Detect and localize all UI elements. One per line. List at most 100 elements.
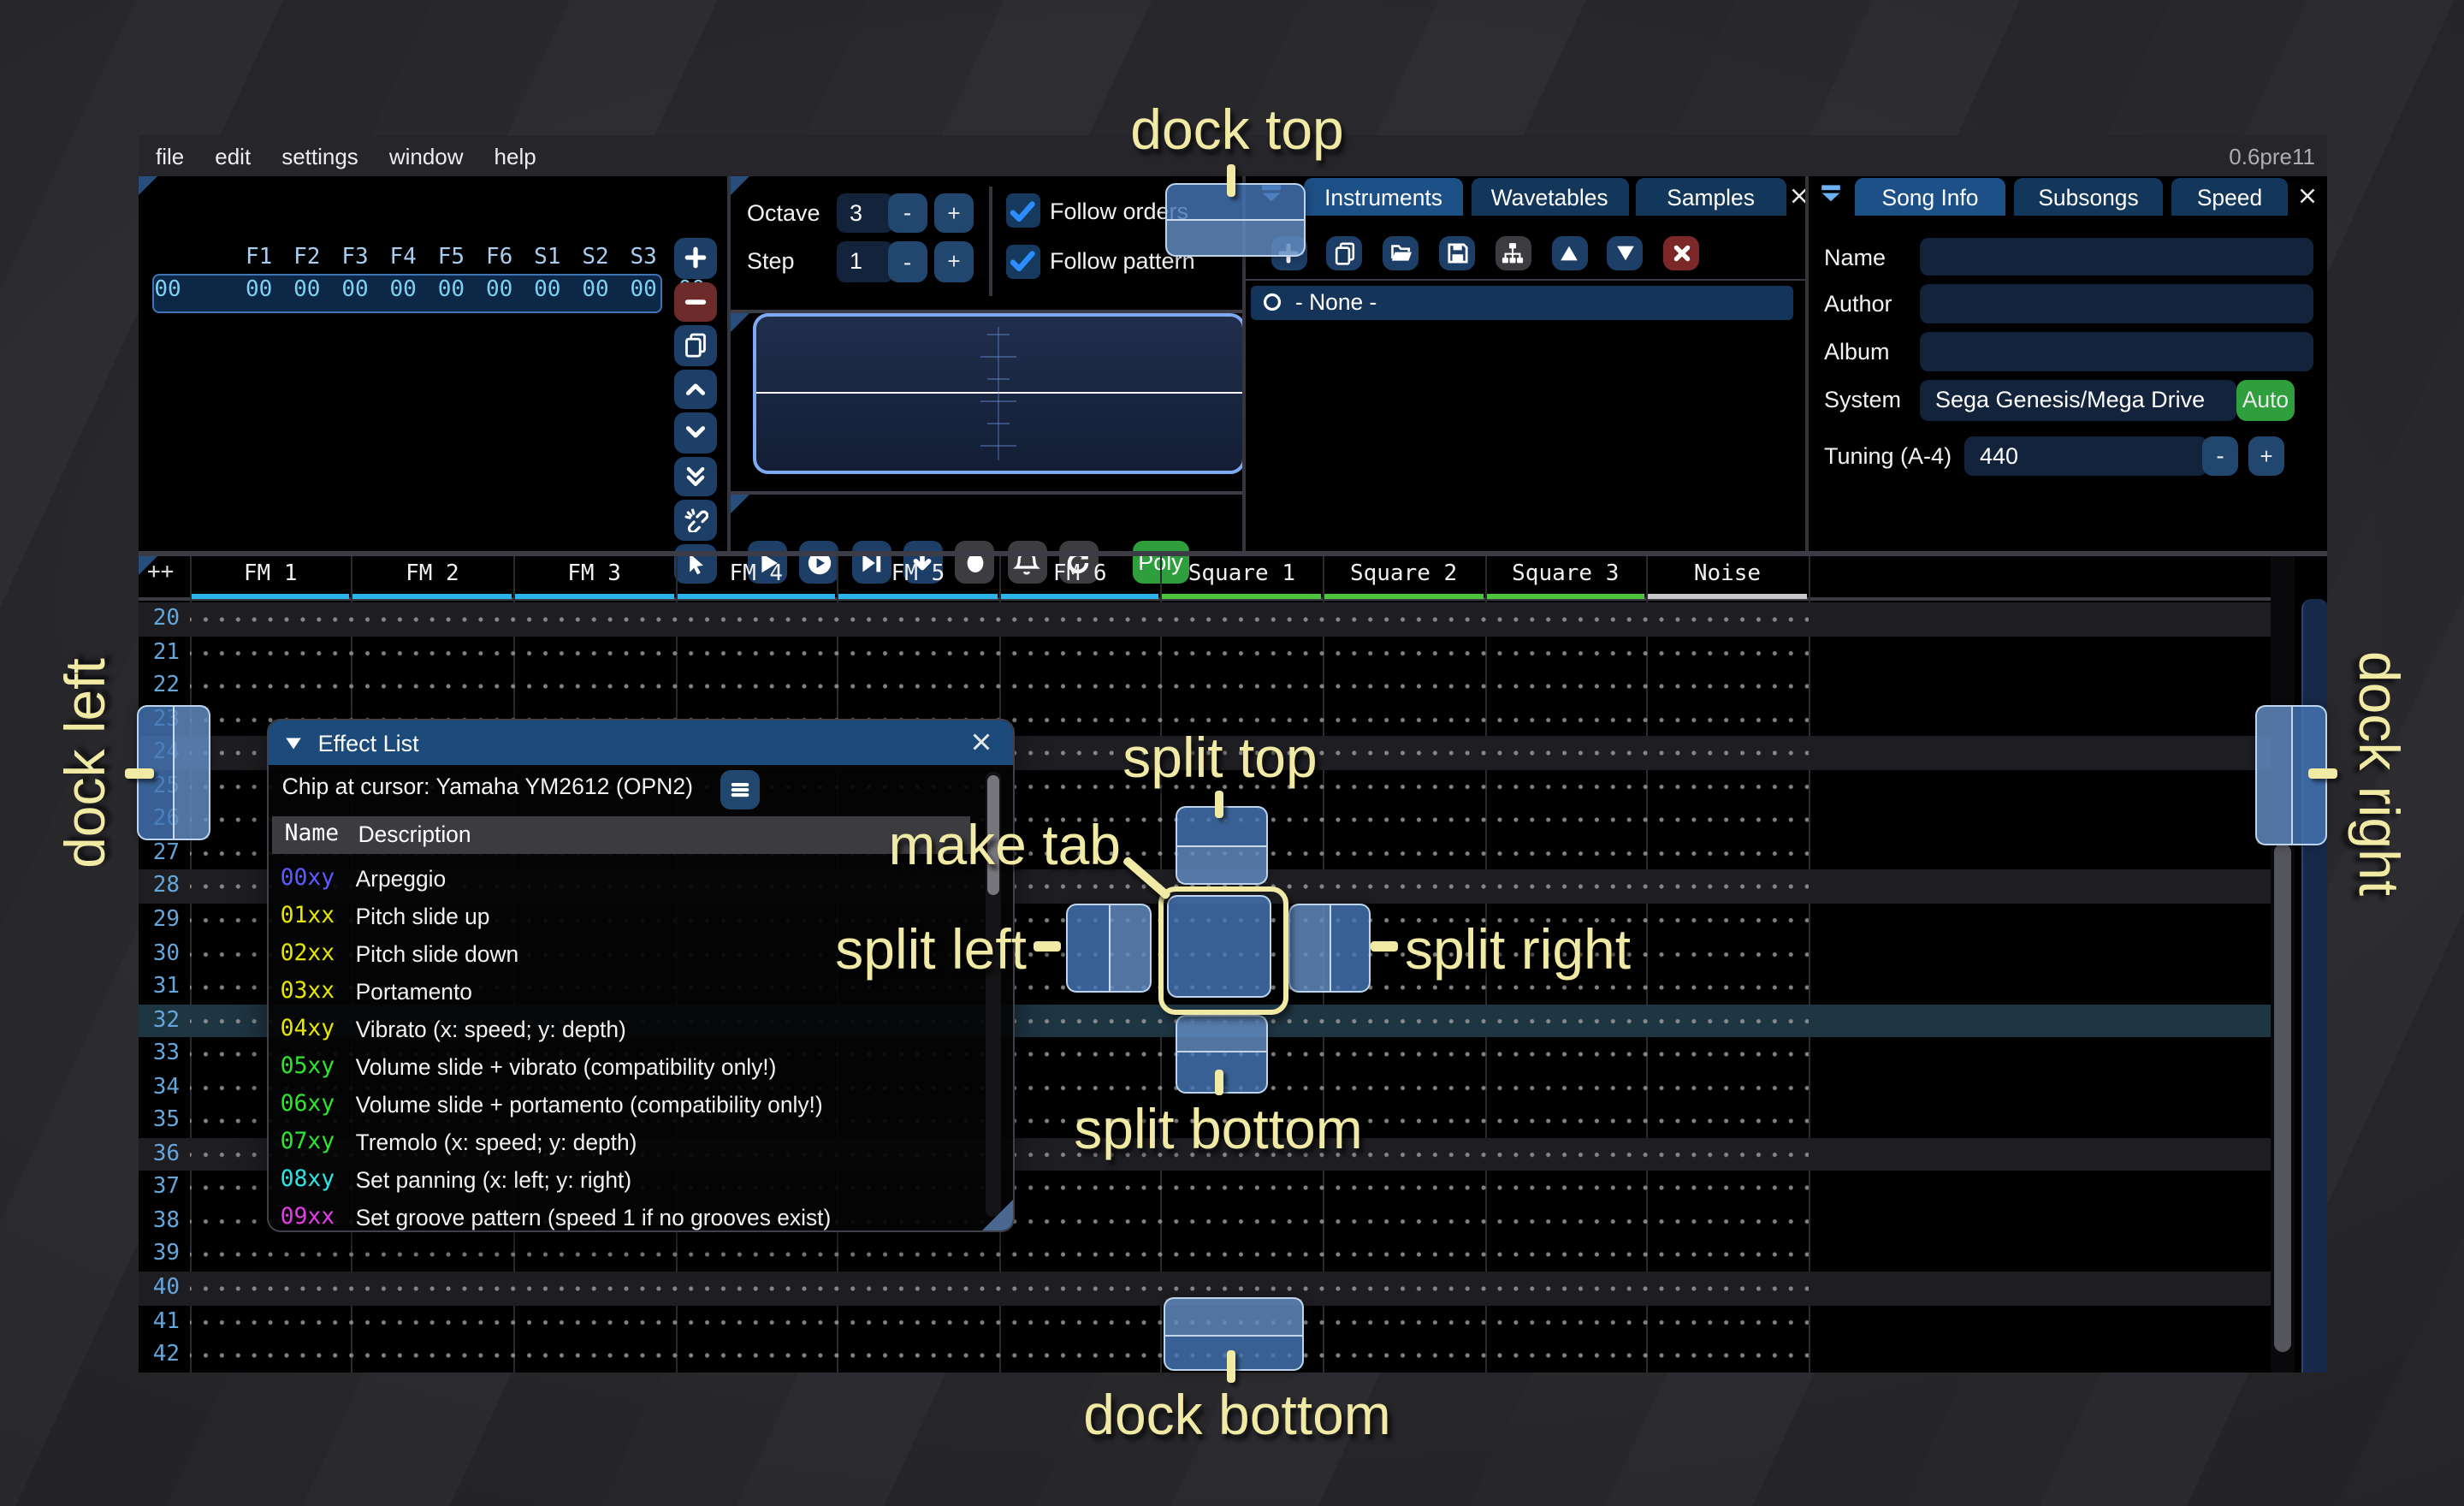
order-plus-button[interactable] (674, 238, 717, 278)
pattern-row[interactable]: 20 (139, 602, 2270, 636)
instrument-folder-open-button[interactable] (1383, 235, 1419, 270)
instrument-triangle-up-button[interactable] (1551, 235, 1587, 270)
pattern-row[interactable]: 21 (139, 636, 2270, 669)
panel-divider[interactable] (727, 176, 731, 551)
collapse-triangle-icon[interactable] (282, 732, 305, 754)
pattern-row[interactable]: 22 (139, 669, 2270, 703)
row-number: 40 (139, 1272, 180, 1305)
order-cell[interactable]: 00 (341, 277, 368, 303)
order-chevron-down-button[interactable] (674, 412, 717, 453)
channel-header-fm-1[interactable]: FM 1 (190, 555, 352, 593)
order-cell[interactable]: 00 (390, 277, 417, 303)
tab-samples[interactable]: Samples (1636, 178, 1786, 216)
order-column-header: S2 (582, 245, 608, 270)
effect-description: Volume slide + vibrato (compatibility on… (356, 1053, 777, 1079)
tab-subsongs[interactable]: Subsongs (2014, 178, 2163, 216)
channel-header-fm-4[interactable]: FM 4 (675, 555, 837, 593)
menu-item-settings[interactable]: settings (266, 143, 374, 169)
channel-underline (515, 594, 673, 599)
order-cell[interactable]: 00 (582, 277, 608, 303)
effect-row[interactable]: 04xyVibrato (x: speed; y: depth) (269, 1010, 1014, 1047)
order-cell[interactable]: 00 (293, 277, 320, 303)
auto-button[interactable]: Auto (2236, 380, 2295, 420)
panel-divider[interactable] (1805, 176, 1809, 551)
oscilloscope-centerline (755, 392, 1242, 394)
add-channel-button[interactable]: ++ (147, 559, 174, 584)
close-icon[interactable] (968, 727, 997, 756)
menu-item-help[interactable]: help (479, 143, 552, 169)
order-double-chevron-down-button[interactable] (674, 456, 717, 496)
order-cell[interactable]: 00 (438, 277, 465, 303)
channel-header-square-3[interactable]: Square 3 (1484, 555, 1646, 593)
pattern-scrollbar-thumb[interactable] (2273, 844, 2291, 1352)
instrument-duplicate-button[interactable] (1327, 235, 1363, 270)
effect-row[interactable]: 09xxSet groove pattern (speed 1 if no gr… (269, 1198, 1014, 1232)
row-number: 27 (139, 837, 180, 870)
follow-orders-checkbox[interactable] (1005, 193, 1040, 228)
album-field[interactable] (1920, 332, 2313, 371)
tuning-plus-button[interactable]: + (2248, 436, 2284, 475)
order-duplicate-button[interactable] (674, 325, 717, 365)
octave-minus-button[interactable]: - (888, 193, 927, 233)
step-minus-button[interactable]: - (888, 241, 927, 282)
menu-item-window[interactable]: window (374, 143, 479, 169)
effect-description: Volume slide + portamento (compatibility… (356, 1091, 823, 1117)
tuning-field[interactable]: 440 (1964, 436, 2207, 475)
octave-value[interactable]: 3 (836, 193, 892, 233)
effect-description: Pitch slide up (356, 903, 490, 928)
effect-row[interactable]: 07xyTremolo (x: speed; y: depth) (269, 1123, 1014, 1160)
collapse-icon[interactable] (1817, 181, 1855, 216)
channel-header-noise[interactable]: Noise (1646, 555, 1808, 593)
annotation-split-left: split left (684, 917, 1027, 982)
system-field[interactable]: Sega Genesis/Mega Drive (1920, 380, 2236, 420)
order-cell[interactable]: 00 (534, 277, 560, 303)
step-plus-button[interactable]: + (934, 241, 974, 282)
tab-speed[interactable]: Speed (2171, 178, 2288, 216)
effect-row[interactable]: 05xyVolume slide + vibrato (compatibilit… (269, 1047, 1014, 1085)
channel-header-square-2[interactable]: Square 2 (1323, 555, 1484, 593)
octave-plus-button[interactable]: + (934, 193, 974, 233)
channel-header-square-1[interactable]: Square 1 (1161, 555, 1323, 593)
tab-instruments[interactable]: Instruments (1304, 178, 1463, 216)
channel-header-fm-5[interactable]: FM 5 (837, 555, 998, 593)
row-number: 21 (139, 636, 180, 669)
order-cell[interactable]: 00 (486, 277, 512, 303)
pattern-row[interactable]: 39 (139, 1238, 2270, 1272)
order-minus-button[interactable] (674, 282, 717, 322)
effect-description: Set panning (x: left; y: right) (356, 1166, 632, 1192)
order-chevron-up-button[interactable] (674, 369, 717, 409)
oscilloscope-tick (986, 335, 1009, 336)
resize-grip-icon[interactable] (983, 1200, 1014, 1230)
instrument-list-item[interactable]: - None - (1251, 285, 1793, 319)
effect-row[interactable]: 08xySet panning (x: left; y: right) (269, 1160, 1014, 1198)
tab-wavetables[interactable]: Wavetables (1471, 178, 1628, 216)
effect-menu-button[interactable] (720, 770, 760, 809)
author-field[interactable] (1920, 284, 2313, 323)
instrument-save-button[interactable] (1439, 235, 1475, 270)
effect-row[interactable]: 06xyVolume slide + portamento (compatibi… (269, 1085, 1014, 1123)
author-label: Author (1824, 284, 1892, 323)
song-info-panel: Song InfoSubsongsSpeedNameAuthorAlbumSys… (1807, 176, 2327, 551)
channel-header-fm-6[interactable]: FM 6 (999, 555, 1161, 593)
instrument-triangle-down-button[interactable] (1608, 235, 1644, 270)
step-value[interactable]: 1 (836, 241, 892, 282)
split-right-target[interactable] (1288, 904, 1371, 993)
order-cell[interactable]: 00 (631, 277, 657, 303)
menu-item-file[interactable]: file (140, 143, 199, 169)
close-icon[interactable] (2295, 183, 2320, 209)
name-field[interactable] (1920, 238, 2313, 276)
instrument-delete-button[interactable] (1663, 235, 1699, 270)
instrument-tree-button[interactable] (1496, 235, 1531, 270)
menu-item-edit[interactable]: edit (199, 143, 266, 169)
transport-divider (729, 491, 1244, 495)
channel-header-fm-3[interactable]: FM 3 (513, 555, 675, 593)
order-broken-link-button[interactable] (674, 500, 717, 540)
channel-header-fm-2[interactable]: FM 2 (352, 555, 513, 593)
tuning-minus-button[interactable]: - (2202, 436, 2238, 475)
follow-pattern-checkbox[interactable] (1005, 244, 1040, 278)
annotation-split-bottom: split bottom (1074, 1097, 1363, 1162)
tab-song-info[interactable]: Song Info (1855, 178, 2005, 216)
split-left-target[interactable] (1066, 904, 1151, 993)
effect-list-titlebar[interactable]: Effect List (269, 720, 1014, 765)
order-cell[interactable]: 00 (246, 277, 272, 303)
